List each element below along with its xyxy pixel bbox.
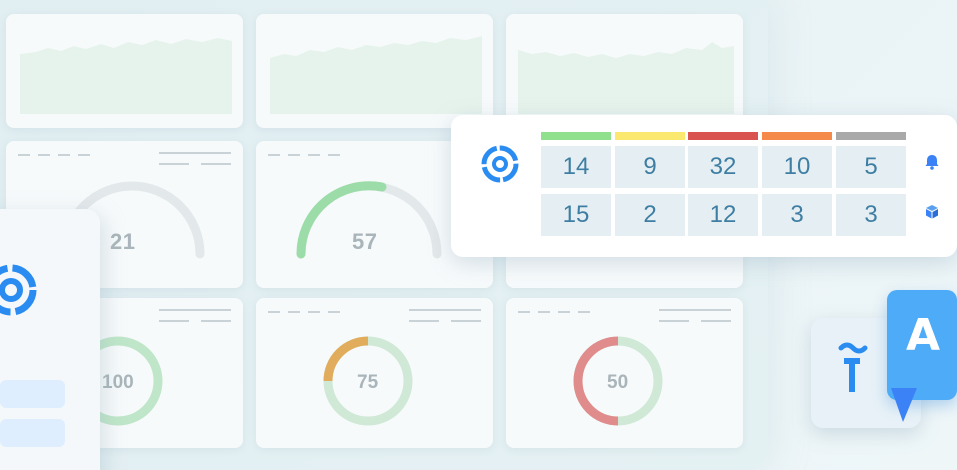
bell-icon — [925, 155, 939, 170]
status-count-cell[interactable]: 14 — [541, 146, 611, 188]
status-count-cell[interactable]: 3 — [762, 194, 832, 236]
status-count-cell[interactable]: 3 — [836, 194, 906, 236]
gauge-value: 57 — [352, 229, 378, 254]
target-icon[interactable] — [0, 259, 42, 321]
status-count-cell[interactable]: 32 — [688, 146, 758, 188]
donut-card[interactable]: 50 — [506, 298, 743, 448]
sparkline-chart — [270, 36, 482, 114]
text-glyph-icon — [838, 342, 868, 392]
sparkline-chart — [20, 38, 232, 114]
donut-card[interactable]: 75 — [256, 298, 493, 448]
status-count-cell[interactable]: 2 — [615, 194, 685, 236]
sparkline-card[interactable] — [506, 14, 743, 128]
target-icon[interactable] — [478, 142, 522, 186]
sparkline-card[interactable] — [256, 14, 493, 128]
side-panel-item[interactable] — [0, 380, 65, 408]
status-count-cell[interactable]: 9 — [615, 146, 685, 188]
status-color-bar — [541, 132, 611, 140]
status-color-bar — [836, 132, 906, 140]
status-count-cell[interactable]: 10 — [762, 146, 832, 188]
side-panel[interactable] — [0, 209, 100, 470]
donut-value: 100 — [102, 372, 134, 393]
gauge-value: 21 — [110, 229, 136, 254]
status-count-cell[interactable]: 12 — [688, 194, 758, 236]
status-summary-popup: 14 9 32 10 5 15 2 12 3 3 — [451, 115, 957, 257]
sparkline-card[interactable] — [6, 14, 243, 128]
side-panel-item[interactable] — [0, 419, 65, 447]
donut-value: 50 — [607, 372, 629, 393]
translate-button[interactable]: A — [811, 290, 957, 430]
status-color-bar — [688, 132, 758, 140]
status-color-bar — [762, 132, 832, 140]
cube-icon — [926, 205, 938, 219]
status-count-cell[interactable]: 5 — [836, 146, 906, 188]
status-count-cell[interactable]: 15 — [541, 194, 611, 236]
translate-fold — [891, 388, 917, 422]
status-color-bar — [615, 132, 685, 140]
donut-value: 75 — [357, 372, 379, 393]
translate-letter: A — [905, 310, 941, 361]
sparkline-chart — [518, 42, 734, 114]
